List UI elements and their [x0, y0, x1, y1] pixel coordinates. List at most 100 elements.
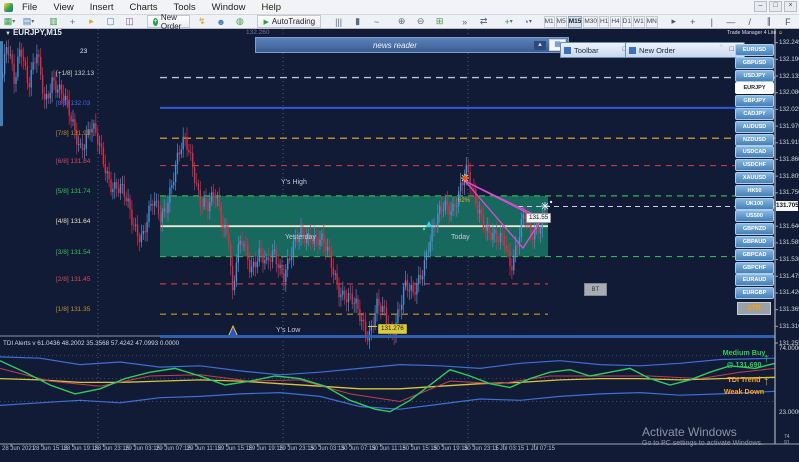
auto-scroll-button[interactable]: » — [456, 15, 473, 28]
murrey-label: [5/8] 131.74 — [56, 187, 91, 195]
pair-button-eurjpy[interactable]: EURJPY — [735, 82, 774, 95]
news-reader-bar[interactable]: news reader ▲ ▦ — [255, 37, 569, 53]
chevron-down-icon: ▼ — [5, 31, 11, 37]
murrey-label: [6/8] 131.84 — [56, 157, 91, 165]
chart-annotation: Yesterday — [285, 234, 316, 241]
indicators-button[interactable]: ↯ — [193, 15, 210, 28]
trend-arrow-icon: ↑ — [763, 373, 770, 388]
cursor-tool-button[interactable]: ▸ — [665, 15, 682, 28]
pair-button-usdchf[interactable]: USDCHF — [735, 159, 774, 172]
timeframe-d1-button[interactable]: D1 — [621, 15, 632, 28]
timeframe-m5-button[interactable]: M5 — [555, 15, 567, 28]
bt-button[interactable]: BT — [584, 283, 607, 296]
murrey-label: [7/8] 131.93 — [56, 130, 91, 138]
pair-button-gbpchf[interactable]: GBPCHF — [735, 261, 774, 274]
pair-button-usdcad[interactable]: USDCAD — [735, 146, 774, 159]
vertical-line-tool-button[interactable]: | — [703, 15, 720, 28]
time-axis-label: 29 Jun 19:15 — [248, 446, 284, 452]
accounts-button[interactable]: ☻ — [212, 15, 229, 28]
restore-icon[interactable]: □ — [730, 46, 734, 54]
time-axis-label: 30 Jun 23:15 — [464, 446, 499, 452]
time-axis-label: 28 Jun 15:15 — [32, 446, 68, 452]
chart-symbol-title[interactable]: ▼ EURJPY,M15 — [5, 28, 62, 37]
news-reader-collapse-button[interactable]: ▲ — [534, 40, 546, 50]
chart-annotation: Y's High — [281, 179, 307, 186]
pair-button-audusd[interactable]: AUDUSD — [735, 120, 774, 133]
toolbar: ▦ ▾ ▤ ▾ ▥ + ▸ ▢ ◫ + New Order ↯ ☻ ◍ ▶ AutoTrading ||| ▮ ~ ⊕… — [0, 13, 799, 31]
data-window-button[interactable]: + — [64, 15, 81, 28]
pair-button-usdjpy[interactable]: USDJPY — [735, 69, 774, 82]
restore-button[interactable]: □ — [769, 1, 782, 12]
channel-tool-button: ∥ — [766, 16, 772, 26]
trendline-tool-button[interactable]: / — [741, 15, 758, 28]
menu-window[interactable]: Window — [205, 1, 253, 14]
navigator-button[interactable]: ▸ — [83, 15, 100, 28]
menu-file[interactable]: File — [15, 1, 44, 14]
menu-charts[interactable]: Charts — [123, 1, 165, 14]
new-chart-button[interactable]: ▦ ▾ — [1, 15, 18, 28]
market-watch-button[interactable]: ▥ — [45, 15, 62, 28]
line-chart-button[interactable]: ~ — [368, 15, 385, 28]
timeframe-mn-button[interactable]: MN — [645, 15, 658, 28]
pair-button-gbpusd[interactable]: GBPUSD — [735, 56, 774, 69]
atr-button[interactable]: ATR — [737, 302, 771, 315]
pair-button-gbpnzd[interactable]: GBPNZD — [735, 223, 774, 236]
pair-button-cadjpy[interactable]: CADJPY — [735, 108, 774, 120]
community-button[interactable]: ◍ — [231, 15, 248, 28]
pair-button-eurusd[interactable]: EURUSD — [735, 44, 774, 56]
time-axis-label: 28 Jun 23:15 — [94, 446, 130, 452]
time-axis-label: 29 Jun 03:15 — [125, 446, 160, 452]
toolbar-window[interactable]: Toolbar □ — [560, 42, 631, 58]
new-order-button[interactable]: + New Order — [147, 13, 191, 31]
time-axis-label: 30 Jun 15:15 — [402, 446, 438, 452]
autotrading-button[interactable]: ▶ AutoTrading — [257, 15, 322, 28]
menu-view[interactable]: View — [46, 1, 80, 14]
timeframe-h4-button[interactable]: H4 — [610, 15, 621, 28]
timeframe-w1-button[interactable]: W1 — [632, 15, 645, 28]
panel-splitter[interactable] — [160, 335, 775, 338]
trade-manager-collapse-arrow[interactable]: ◂ — [719, 42, 722, 49]
terminal-button[interactable]: ▢ — [102, 15, 119, 28]
pair-button-gbpaud[interactable]: GBPAUD — [735, 236, 774, 248]
chart-canvas[interactable] — [0, 0, 799, 462]
zoom-in-button[interactable]: ⊕ — [393, 15, 410, 28]
strategy-tester-button[interactable]: ◫ — [121, 15, 138, 28]
periods-button[interactable]: ◔ ▾ — [519, 15, 536, 28]
timeframe-m15-button[interactable]: M15 — [567, 15, 583, 28]
menu-help[interactable]: Help — [254, 1, 288, 14]
pair-button-nzdusd[interactable]: NZDUSD — [735, 133, 774, 146]
window-icon — [564, 46, 571, 54]
timeframe-h1-button[interactable]: H1 — [599, 15, 610, 28]
pair-button-xauusd[interactable]: XAUUSD — [735, 172, 774, 184]
chart-shift-button[interactable]: ⇄ — [475, 15, 492, 28]
window-controls: – □ × — [754, 1, 797, 12]
close-button[interactable]: × — [784, 1, 797, 12]
pair-button-eurgbp[interactable]: EURGBP — [735, 287, 774, 300]
timeframe-m30-button[interactable]: M30 — [583, 15, 599, 28]
tile-windows-button[interactable]: ⊞ — [431, 15, 448, 28]
new-order-window[interactable]: New Order □ × — [625, 42, 745, 58]
indicator-title: TDI Alerts v 61.0436 48.2002 35.3568 57.… — [3, 340, 180, 347]
profiles-button[interactable]: ▤ ▾ — [20, 15, 37, 28]
crosshair-tool-button[interactable]: + — [684, 15, 701, 28]
candlestick-button[interactable]: ▮ — [349, 15, 366, 28]
fibonacci-tool-button[interactable]: F — [779, 15, 796, 28]
pair-button-us500[interactable]: US500 — [735, 210, 774, 223]
zoom-out-button[interactable]: ⊖ — [412, 15, 429, 28]
pair-button-euraud[interactable]: EURAUD — [735, 274, 774, 287]
pair-button-gbpcad[interactable]: GBPCAD — [735, 248, 774, 261]
horizontal-line-tool-button[interactable]: — — [722, 15, 739, 28]
chart-annotation: Today — [451, 234, 470, 241]
channel-tool-button[interactable]: ∥ — [760, 15, 777, 28]
time-axis-label: 29 Jun 15:15 — [217, 446, 253, 452]
add-indicator-button[interactable]: + ▾ — [500, 15, 517, 28]
pair-button-gbpjpy[interactable]: GBPJPY — [735, 95, 774, 108]
pair-button-hk50[interactable]: HK50 — [735, 184, 774, 197]
bar-chart-button[interactable]: ||| — [330, 15, 347, 28]
time-axis-label: 30 Jun 03:15 — [310, 446, 345, 452]
minimize-button[interactable]: – — [754, 1, 767, 12]
pair-button-uk100[interactable]: UK100 — [735, 197, 774, 210]
price-tag: 131.55 — [526, 213, 552, 223]
menu-insert[interactable]: Insert — [83, 1, 121, 14]
timeframe-m1-button[interactable]: M1 — [543, 15, 555, 28]
